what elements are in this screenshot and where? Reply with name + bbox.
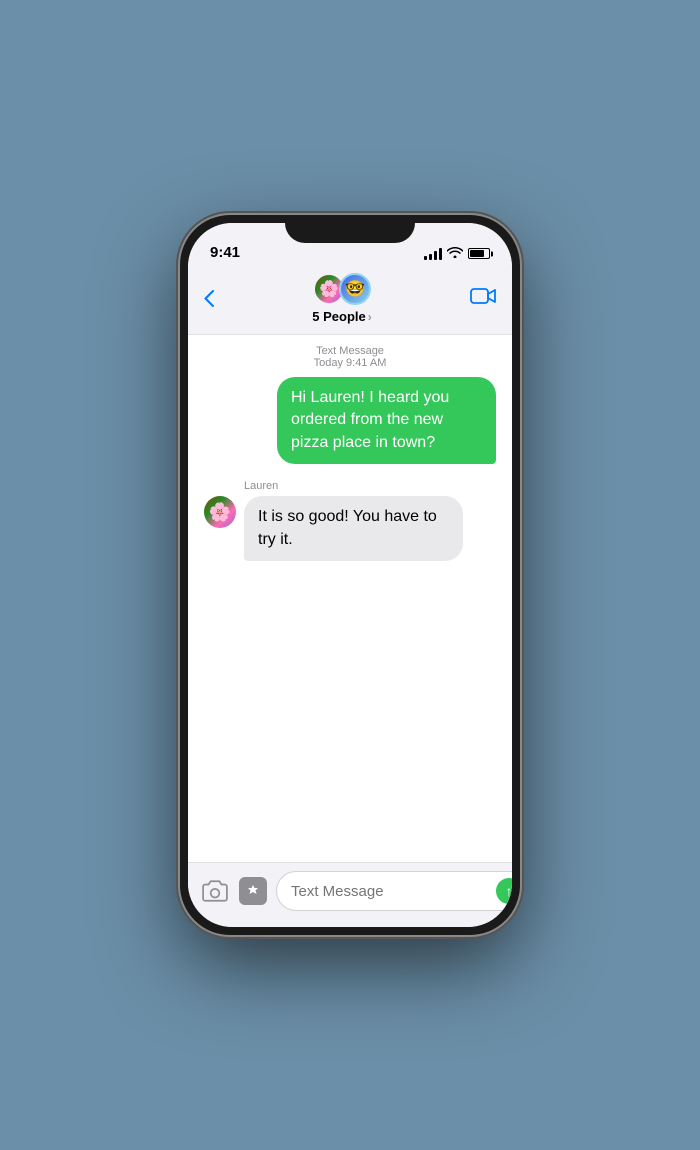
send-button[interactable]: ↑ — [496, 878, 512, 904]
input-bar: ↑ — [188, 862, 512, 927]
incoming-message: 🌸 It is so good! You have to try it. — [204, 496, 496, 561]
send-arrow-icon: ↑ — [506, 883, 513, 899]
back-button[interactable] — [204, 290, 214, 307]
status-icons — [424, 246, 490, 261]
text-message-input[interactable] — [291, 883, 490, 900]
message-type-label: Text Message — [204, 345, 496, 357]
signal-bars-icon — [424, 248, 442, 260]
avatar-2: 🤓 — [339, 273, 371, 305]
message-meta: Text Message Today 9:41 AM — [204, 345, 496, 369]
battery-icon — [468, 248, 490, 259]
nav-center: 🌸 🤓 5 People › — [312, 273, 371, 324]
sender-name: Lauren — [244, 480, 496, 492]
wifi-icon — [447, 246, 463, 261]
nav-header: 🌸 🤓 5 People › — [188, 267, 512, 335]
avatar-group: 🌸 🤓 — [313, 273, 371, 305]
video-call-button[interactable] — [470, 287, 496, 311]
notch — [285, 215, 415, 243]
messages-area: Text Message Today 9:41 AM Hi Lauren! I … — [188, 335, 512, 862]
appstore-icon — [239, 877, 267, 905]
group-name[interactable]: 5 People › — [312, 309, 371, 324]
message-time-label: Today 9:41 AM — [204, 357, 496, 369]
appstore-button[interactable] — [238, 876, 268, 906]
text-input-container[interactable]: ↑ — [276, 871, 512, 911]
incoming-message-group: Lauren 🌸 It is so good! You have to try … — [204, 480, 496, 569]
screen: 9:41 — [188, 223, 512, 927]
outgoing-bubble: Hi Lauren! I heard you ordered from the … — [277, 377, 496, 464]
incoming-bubble: It is so good! You have to try it. — [244, 496, 463, 561]
phone-frame: 9:41 — [180, 215, 520, 935]
sender-avatar: 🌸 — [204, 496, 236, 528]
camera-button[interactable] — [200, 876, 230, 906]
group-name-chevron: › — [368, 310, 372, 324]
status-time: 9:41 — [210, 244, 240, 261]
outgoing-message: Hi Lauren! I heard you ordered from the … — [204, 377, 496, 464]
